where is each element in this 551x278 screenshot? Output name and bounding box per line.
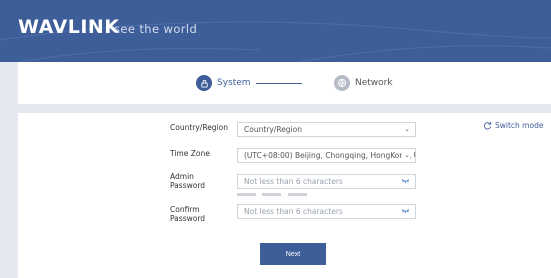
step-label-network: Network [355,78,393,88]
chevron-down-icon: ⌄ [402,149,410,162]
confirm-password-input[interactable]: Not less than 6 characters [237,204,416,219]
step-connector [255,82,302,84]
step-label-system: System [217,78,251,88]
strength-bar-1 [237,193,256,196]
globe-icon [334,75,350,91]
lock-icon [196,75,212,91]
header-banner: WAVLINK see the world [0,0,551,62]
switch-mode-link[interactable]: Switch mode [483,121,543,130]
timezone-select[interactable]: (UTC+08:00) Beijing, Chongqing, HongKong… [237,148,416,163]
wizard-steps: System Network [18,62,551,104]
brand-tagline: see the world [114,22,198,36]
country-select[interactable]: Country/Region ⌄ [237,122,416,137]
strength-bar-2 [262,193,281,196]
refresh-icon [484,121,492,130]
chevron-down-icon: ⌄ [404,125,410,133]
timezone-label: Time Zone [170,149,210,158]
eye-closed-icon[interactable] [401,178,410,184]
eye-closed-icon[interactable] [401,208,410,214]
switch-mode-label: Switch mode [495,121,544,130]
next-button[interactable]: Next [260,243,326,265]
step-system: System [196,75,302,91]
brand-logo: WAVLINK [18,16,120,38]
confirm-password-label: Confirm Password [170,205,206,223]
admin-password-input[interactable]: Not less than 6 characters [237,174,416,189]
step-network: Network [334,75,393,91]
strength-bar-3 [288,193,307,196]
country-label: Country/Region [170,123,228,132]
admin-password-label: Admin Password [170,172,206,190]
